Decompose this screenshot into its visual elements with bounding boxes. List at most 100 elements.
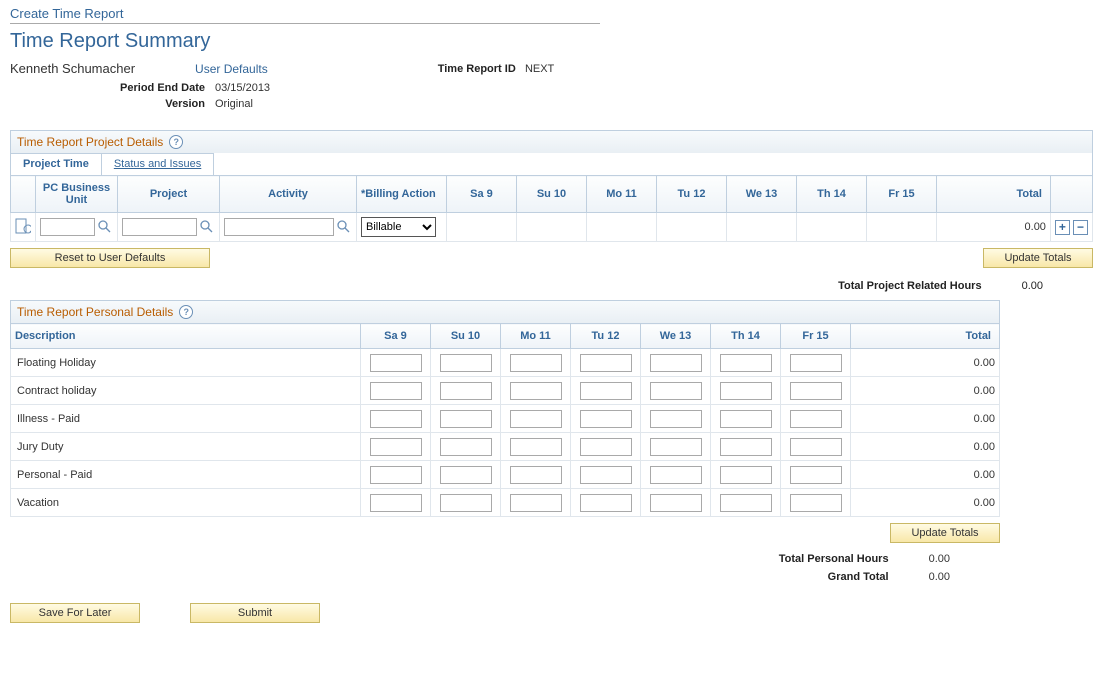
personal-row: Vacation 0.00 bbox=[11, 489, 1000, 517]
hours-input[interactable] bbox=[650, 354, 702, 372]
hours-input[interactable] bbox=[510, 466, 562, 484]
footer-buttons: Save For Later Submit bbox=[10, 603, 1093, 623]
col-pc-business-unit[interactable]: PC Business Unit bbox=[36, 176, 118, 213]
project-section-header: Time Report Project Details ? bbox=[10, 130, 1093, 153]
personal-row-total: 0.00 bbox=[851, 433, 1000, 461]
pcol-fr15[interactable]: Fr 15 bbox=[781, 324, 851, 349]
col-mo11[interactable]: Mo 11 bbox=[587, 176, 657, 213]
hours-input[interactable] bbox=[580, 494, 632, 512]
hours-input[interactable] bbox=[440, 410, 492, 428]
personal-row-desc: Contract holiday bbox=[11, 377, 361, 405]
hours-input[interactable] bbox=[790, 494, 842, 512]
project-row-total: 0.00 bbox=[937, 213, 1051, 242]
hours-input[interactable] bbox=[440, 466, 492, 484]
billing-action-select[interactable]: Billable bbox=[361, 217, 436, 237]
col-we13[interactable]: We 13 bbox=[727, 176, 797, 213]
hours-input[interactable] bbox=[370, 410, 422, 428]
hours-input[interactable] bbox=[650, 382, 702, 400]
col-th14[interactable]: Th 14 bbox=[797, 176, 867, 213]
hours-input[interactable] bbox=[510, 494, 562, 512]
pcol-sa9[interactable]: Sa 9 bbox=[361, 324, 431, 349]
pcol-total[interactable]: Total bbox=[851, 324, 1000, 349]
hours-input[interactable] bbox=[720, 410, 772, 428]
personal-section-header: Time Report Personal Details ? bbox=[10, 300, 1000, 323]
tab-status-issues[interactable]: Status and Issues bbox=[101, 153, 214, 175]
update-totals-personal-button[interactable]: Update Totals bbox=[890, 523, 1000, 543]
save-for-later-button[interactable]: Save For Later bbox=[10, 603, 140, 623]
submit-button[interactable]: Submit bbox=[190, 603, 320, 623]
help-icon[interactable]: ? bbox=[169, 135, 183, 149]
hours-input[interactable] bbox=[790, 382, 842, 400]
personal-row-desc: Personal - Paid bbox=[11, 461, 361, 489]
col-su10[interactable]: Su 10 bbox=[517, 176, 587, 213]
add-row-icon[interactable]: + bbox=[1055, 220, 1070, 235]
grand-total-value: 0.00 bbox=[929, 571, 950, 583]
hours-input[interactable] bbox=[370, 438, 422, 456]
hours-input[interactable] bbox=[370, 382, 422, 400]
update-totals-project-button[interactable]: Update Totals bbox=[983, 248, 1093, 268]
reset-user-defaults-button[interactable]: Reset to User Defaults bbox=[10, 248, 210, 268]
hours-input[interactable] bbox=[580, 382, 632, 400]
hours-input[interactable] bbox=[790, 438, 842, 456]
hours-input[interactable] bbox=[580, 410, 632, 428]
col-project[interactable]: Project bbox=[118, 176, 220, 213]
project-input[interactable] bbox=[122, 218, 197, 236]
help-icon[interactable]: ? bbox=[179, 305, 193, 319]
hours-input[interactable] bbox=[720, 494, 772, 512]
hours-input[interactable] bbox=[580, 354, 632, 372]
delete-row-icon[interactable]: − bbox=[1073, 220, 1088, 235]
personal-row-total: 0.00 bbox=[851, 461, 1000, 489]
col-activity[interactable]: Activity bbox=[220, 176, 357, 213]
pcol-mo11[interactable]: Mo 11 bbox=[501, 324, 571, 349]
personal-row-desc: Vacation bbox=[11, 489, 361, 517]
total-project-hours-label: Total Project Related Hours bbox=[838, 280, 981, 292]
project-section-title: Time Report Project Details bbox=[17, 135, 163, 149]
hours-input[interactable] bbox=[440, 494, 492, 512]
hours-input[interactable] bbox=[580, 466, 632, 484]
col-total[interactable]: Total bbox=[937, 176, 1051, 213]
lookup-icon[interactable] bbox=[97, 219, 113, 235]
row-detail-icon[interactable] bbox=[15, 218, 31, 234]
hours-input[interactable] bbox=[790, 410, 842, 428]
pcol-we13[interactable]: We 13 bbox=[641, 324, 711, 349]
lookup-icon[interactable] bbox=[199, 219, 215, 235]
hours-input[interactable] bbox=[370, 466, 422, 484]
hours-input[interactable] bbox=[510, 438, 562, 456]
hours-input[interactable] bbox=[510, 410, 562, 428]
pcol-th14[interactable]: Th 14 bbox=[711, 324, 781, 349]
total-personal-hours-label: Total Personal Hours bbox=[779, 553, 889, 565]
personal-row-total: 0.00 bbox=[851, 489, 1000, 517]
col-fr15[interactable]: Fr 15 bbox=[867, 176, 937, 213]
pc-business-unit-input[interactable] bbox=[40, 218, 95, 236]
hours-input[interactable] bbox=[370, 494, 422, 512]
hours-input[interactable] bbox=[650, 494, 702, 512]
col-sa9[interactable]: Sa 9 bbox=[447, 176, 517, 213]
hours-input[interactable] bbox=[440, 438, 492, 456]
pcol-description[interactable]: Description bbox=[11, 324, 361, 349]
hours-input[interactable] bbox=[720, 354, 772, 372]
hours-input[interactable] bbox=[790, 466, 842, 484]
hours-input[interactable] bbox=[580, 438, 632, 456]
hours-input[interactable] bbox=[440, 382, 492, 400]
hours-input[interactable] bbox=[720, 466, 772, 484]
pcol-su10[interactable]: Su 10 bbox=[431, 324, 501, 349]
col-tu12[interactable]: Tu 12 bbox=[657, 176, 727, 213]
activity-input[interactable] bbox=[224, 218, 334, 236]
col-billing-action[interactable]: *Billing Action bbox=[357, 176, 447, 213]
hours-input[interactable] bbox=[650, 438, 702, 456]
meta-value-version: Original bbox=[215, 98, 253, 110]
hours-input[interactable] bbox=[510, 382, 562, 400]
hours-input[interactable] bbox=[720, 382, 772, 400]
meta-label-version: Version bbox=[110, 98, 205, 110]
tab-project-time[interactable]: Project Time bbox=[10, 153, 102, 175]
hours-input[interactable] bbox=[440, 354, 492, 372]
hours-input[interactable] bbox=[790, 354, 842, 372]
hours-input[interactable] bbox=[650, 410, 702, 428]
user-defaults-link[interactable]: User Defaults bbox=[195, 62, 268, 76]
hours-input[interactable] bbox=[370, 354, 422, 372]
pcol-tu12[interactable]: Tu 12 bbox=[571, 324, 641, 349]
lookup-icon[interactable] bbox=[336, 219, 352, 235]
hours-input[interactable] bbox=[650, 466, 702, 484]
hours-input[interactable] bbox=[510, 354, 562, 372]
hours-input[interactable] bbox=[720, 438, 772, 456]
